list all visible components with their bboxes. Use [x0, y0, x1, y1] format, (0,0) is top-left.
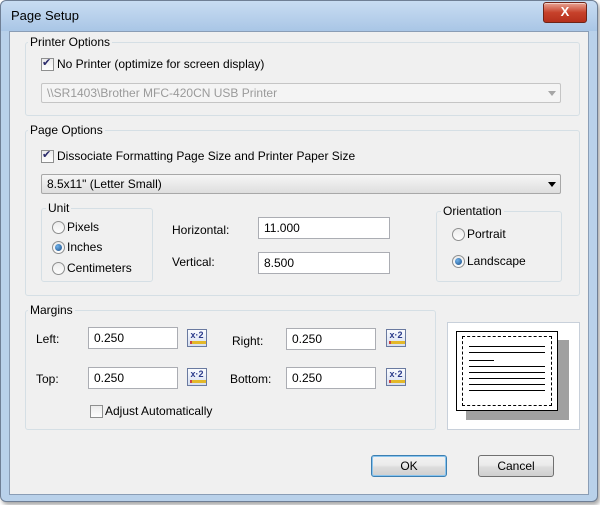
calculator-icon[interactable]: x·2	[187, 329, 207, 347]
unit-pixels-radio[interactable]	[52, 221, 65, 234]
preview-line	[469, 378, 545, 379]
printer-select[interactable]: \\SR1403\Brother MFC-420CN USB Printer	[41, 83, 561, 103]
margin-top-label: Top:	[36, 372, 59, 386]
preview-line	[469, 366, 545, 367]
calc-bottom-label: x·2	[389, 369, 403, 379]
no-printer-label: No Printer (optimize for screen display)	[57, 57, 265, 71]
printer-options-legend: Printer Options	[28, 35, 113, 49]
orientation-group: Orientation	[436, 204, 562, 282]
adjust-automatically-checkbox[interactable]	[90, 405, 103, 418]
chevron-down-icon	[548, 91, 556, 96]
orientation-portrait-label: Portrait	[467, 227, 506, 241]
preview-line	[469, 352, 545, 353]
calc-left-label: x·2	[190, 330, 204, 340]
close-button[interactable]: X	[543, 2, 587, 23]
unit-inches-radio[interactable]	[52, 241, 65, 254]
printer-select-value: \\SR1403\Brother MFC-420CN USB Printer	[47, 86, 278, 100]
unit-inches-label: Inches	[67, 240, 103, 254]
window-title: Page Setup	[11, 8, 79, 23]
horizontal-input[interactable]: 11.000	[258, 217, 390, 239]
page-setup-window: Page Setup X Printer Options No Printer …	[0, 0, 598, 502]
orientation-portrait-radio[interactable]	[452, 228, 465, 241]
preview-line	[469, 390, 545, 391]
calculator-icon[interactable]: x·2	[386, 368, 406, 386]
calculator-icon[interactable]: x·2	[386, 329, 406, 347]
calc-right-label: x·2	[389, 330, 403, 340]
horizontal-label: Horizontal:	[172, 223, 230, 237]
paper-size-select[interactable]: 8.5x11" (Letter Small)	[41, 174, 561, 194]
margin-right-label: Right:	[232, 334, 264, 348]
margin-top-input[interactable]: 0.250	[88, 367, 178, 389]
margin-left-label: Left:	[36, 332, 60, 346]
margins-legend: Margins	[28, 303, 75, 317]
title-bar[interactable]: Page Setup X	[1, 1, 597, 31]
orientation-landscape-label: Landscape	[467, 254, 526, 268]
chevron-down-icon	[548, 182, 556, 187]
calculator-icon[interactable]: x·2	[187, 368, 207, 386]
close-icon: X	[560, 4, 570, 19]
margin-bottom-input[interactable]: 0.250	[286, 367, 376, 389]
vertical-label: Vertical:	[172, 255, 215, 269]
dialog-client-area: Printer Options No Printer (optimize for…	[9, 31, 589, 495]
dissociate-checkbox[interactable]	[41, 148, 54, 163]
unit-centimeters-label: Centimeters	[67, 261, 132, 275]
margin-right-input[interactable]: 0.250	[286, 328, 376, 350]
orientation-legend: Orientation	[441, 204, 504, 218]
calc-top-label: x·2	[190, 369, 204, 379]
cancel-button[interactable]: Cancel	[478, 455, 554, 477]
dissociate-label: Dissociate Formatting Page Size and Prin…	[57, 149, 356, 163]
margin-bottom-label: Bottom:	[230, 372, 272, 386]
unit-legend: Unit	[46, 201, 72, 215]
printer-options-group: Printer Options	[25, 35, 580, 116]
paper-size-value: 8.5x11" (Letter Small)	[47, 177, 162, 191]
adjust-automatically-label: Adjust Automatically	[105, 404, 213, 418]
margin-left-input[interactable]: 0.250	[88, 327, 178, 349]
no-printer-checkbox[interactable]	[41, 56, 54, 71]
preview-line	[469, 384, 545, 385]
unit-pixels-label: Pixels	[67, 220, 100, 234]
vertical-input[interactable]: 8.500	[258, 252, 390, 274]
unit-centimeters-radio[interactable]	[52, 262, 65, 275]
preview-line	[469, 346, 545, 347]
preview-line	[469, 372, 545, 373]
ok-button[interactable]: OK	[371, 455, 447, 477]
preview-line	[469, 360, 494, 361]
page-options-legend: Page Options	[28, 123, 105, 137]
orientation-landscape-radio[interactable]	[452, 255, 465, 268]
